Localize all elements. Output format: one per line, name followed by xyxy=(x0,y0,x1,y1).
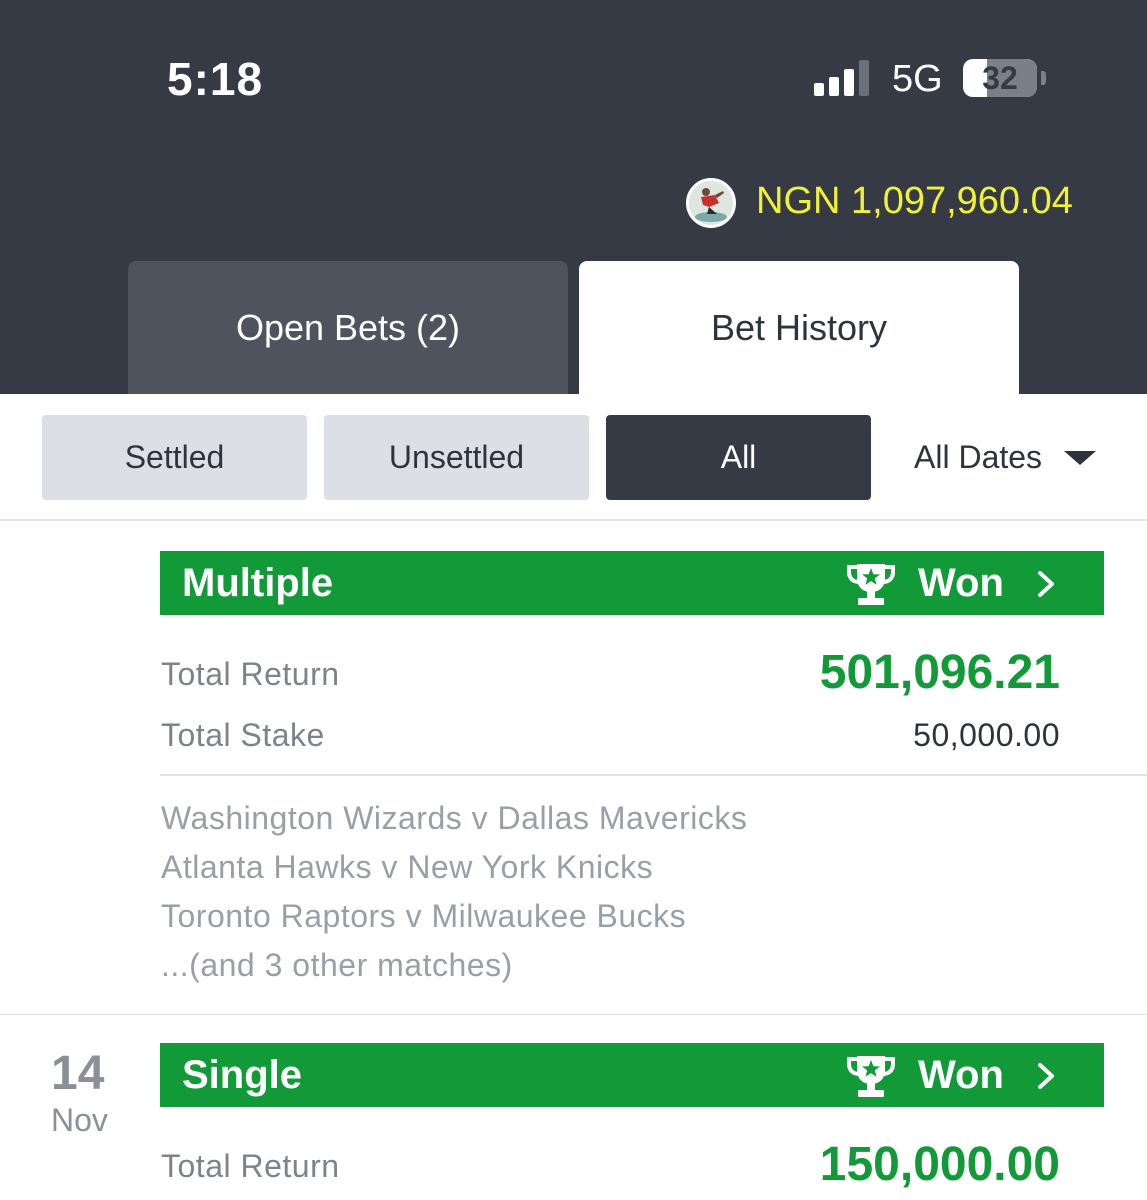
bet-date-day: 14 xyxy=(51,1047,105,1100)
bet-type-label: Multiple xyxy=(182,561,334,605)
more-matches-note: ...(and 3 other matches) xyxy=(161,947,513,983)
bet-date-month: Nov xyxy=(51,1102,108,1138)
filter-settled-button[interactable]: Settled xyxy=(42,415,307,500)
trophy-icon xyxy=(847,564,895,605)
match-item: Atlanta Hawks v New York Knicks xyxy=(161,849,654,885)
network-type: 5G xyxy=(892,58,943,100)
battery-tip xyxy=(1041,71,1046,85)
match-item: Toronto Raptors v Milwaukee Bucks xyxy=(161,898,687,934)
date-filter-label: All Dates xyxy=(914,439,1043,475)
bet-type-label: Single xyxy=(182,1053,303,1097)
status-time: 5:18 xyxy=(167,53,264,105)
caret-down-icon xyxy=(1064,450,1097,465)
bet-status-label: Won xyxy=(918,561,1004,605)
total-return-value: 501,096.21 xyxy=(819,646,1060,699)
battery-icon: 32 xyxy=(963,59,1037,97)
match-item: Washington Wizards v Dallas Mavericks xyxy=(161,800,748,836)
bet-divider xyxy=(0,1014,1147,1015)
total-return-label: Total Return xyxy=(161,656,340,692)
total-return-value: 150,000.00 xyxy=(819,1138,1060,1191)
tab-bet-history[interactable]: Bet History xyxy=(579,261,1019,394)
chevron-right-icon xyxy=(1038,1063,1054,1089)
bet-status-label: Won xyxy=(918,1053,1004,1097)
app-header: 5:18 5G 32 NGN 1,097,960.04 Open Bets (2… xyxy=(0,0,1147,394)
tab-open-bets[interactable]: Open Bets (2) xyxy=(128,261,568,394)
total-stake-value: 50,000.00 xyxy=(913,717,1060,753)
filter-divider xyxy=(0,519,1147,521)
bet-header-multiple[interactable]: Multiple Won xyxy=(160,551,1104,615)
battery-percentage: 32 xyxy=(982,60,1018,96)
chevron-right-icon xyxy=(1038,571,1054,597)
account-balance[interactable]: NGN 1,097,960.04 xyxy=(756,180,1073,223)
total-stake-label: Total Stake xyxy=(161,717,325,753)
filter-unsettled-button[interactable]: Unsettled xyxy=(324,415,589,500)
avatar[interactable] xyxy=(686,178,736,228)
signal-strength-icon xyxy=(814,60,872,96)
trophy-icon xyxy=(847,1056,895,1097)
filter-all-button[interactable]: All xyxy=(606,415,871,500)
bet-inner-divider xyxy=(160,774,1147,776)
total-return-label: Total Return xyxy=(161,1148,340,1184)
date-filter-dropdown[interactable]: All Dates xyxy=(914,415,1097,500)
bet-header-single[interactable]: Single Won xyxy=(160,1043,1104,1107)
